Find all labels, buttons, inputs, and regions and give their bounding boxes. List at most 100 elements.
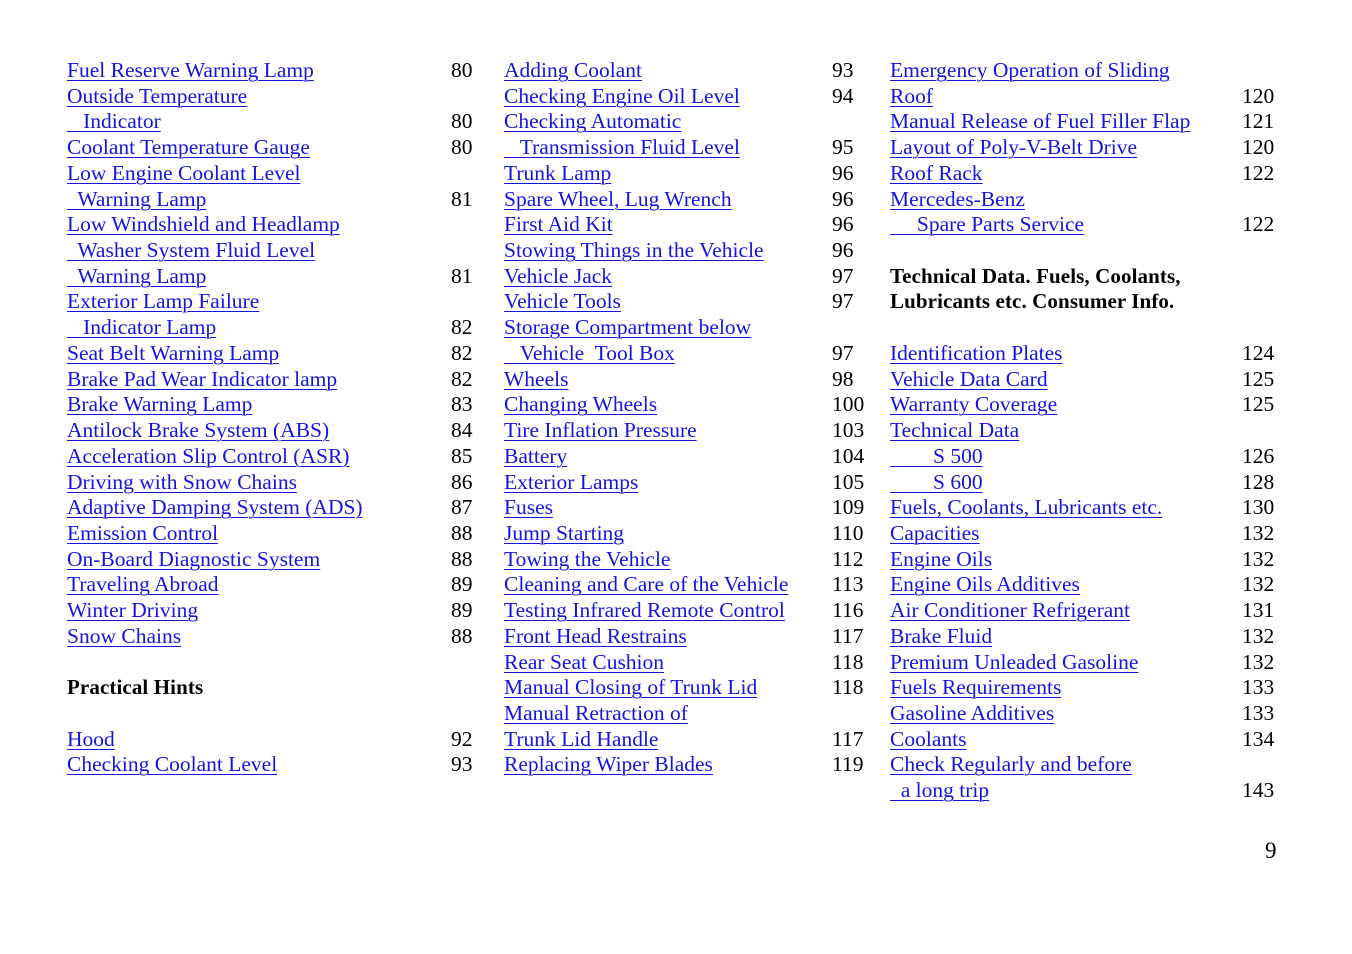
toc-entry-link[interactable]: Spare Wheel, Lug Wrench xyxy=(504,187,732,213)
toc-entry-link[interactable]: Manual Retraction of xyxy=(504,701,688,727)
toc-row: Transmission Fluid Level 95 xyxy=(504,135,859,161)
toc-entry-link[interactable]: Tire Inflation Pressure xyxy=(504,418,697,444)
toc-entry-link[interactable]: Coolants xyxy=(890,727,966,753)
toc-entry-link[interactable]: Wheels xyxy=(504,367,568,393)
toc-entry-link[interactable]: Vehicle Tool Box xyxy=(504,341,675,367)
toc-entry-link[interactable]: Vehicle Tools xyxy=(504,289,621,315)
toc-entry-link[interactable]: Traveling Abroad xyxy=(67,572,219,598)
toc-entry-link[interactable]: Seat Belt Warning Lamp xyxy=(67,341,279,367)
toc-entry-link[interactable]: Checking Coolant Level xyxy=(67,752,277,778)
toc-entry-link[interactable]: Storage Compartment below xyxy=(504,315,751,341)
toc-entry-link[interactable]: Coolant Temperature Gauge xyxy=(67,135,310,161)
toc-entry-link[interactable]: Vehicle Data Card xyxy=(890,367,1048,393)
toc-entry-link[interactable]: Checking Engine Oil Level xyxy=(504,84,740,110)
toc-entry-link[interactable]: On-Board Diagnostic System xyxy=(67,547,320,573)
toc-entry-link[interactable]: Mercedes-Benz xyxy=(890,187,1025,213)
toc-entry-link[interactable]: Low Engine Coolant Level xyxy=(67,161,300,187)
toc-entry-page-number: 120 xyxy=(1242,83,1275,108)
toc-entry-link[interactable]: Indicator xyxy=(67,109,161,135)
toc-entry-link[interactable]: Testing Infrared Remote Control xyxy=(504,598,785,624)
toc-entry-link[interactable]: Adding Coolant xyxy=(504,58,642,84)
toc-entry-link[interactable]: Driving with Snow Chains xyxy=(67,470,297,496)
toc-entry-link[interactable]: Battery xyxy=(504,444,567,470)
toc-entry-page-number: 104 xyxy=(832,443,865,468)
toc-entry-link[interactable]: Capacities xyxy=(890,521,980,547)
toc-entry-link[interactable]: Gasoline Additives xyxy=(890,701,1054,727)
toc-entry-link[interactable]: Engine Oils Additives xyxy=(890,572,1080,598)
toc-entry-link[interactable]: Brake Fluid xyxy=(890,624,992,650)
toc-entry-link[interactable]: Towing the Vehicle xyxy=(504,547,670,573)
toc-entry-link[interactable]: Fuels, Coolants, Lubricants etc. xyxy=(890,495,1162,521)
toc-row: Seat Belt Warning Lamp 82 xyxy=(67,341,477,367)
toc-entry-page-number: 133 xyxy=(1242,675,1275,700)
toc-entry-link[interactable]: Outside Temperature xyxy=(67,84,247,110)
toc-entry-link[interactable]: Manual Release of Fuel Filler Flap xyxy=(890,109,1190,135)
toc-entry-link[interactable]: Exterior Lamp Failure xyxy=(67,289,259,315)
toc-entry-link[interactable]: Transmission Fluid Level xyxy=(504,135,740,161)
toc-row: Indicator Lamp 82 xyxy=(67,315,477,341)
toc-row: Rear Seat Cushion 118 xyxy=(504,650,863,676)
toc-entry-page-number: 134 xyxy=(1242,726,1275,751)
toc-entry-page-number: 124 xyxy=(1242,340,1275,365)
toc-entry-page-number: 121 xyxy=(1242,109,1275,134)
toc-column-3: Emergency Operation of Sliding Roof 120 Man… xyxy=(890,58,1274,804)
toc-entry-link[interactable]: Spare Parts Service xyxy=(890,212,1084,238)
toc-entry-link[interactable]: S 500 xyxy=(890,444,983,470)
toc-entry-link[interactable]: Engine Oils xyxy=(890,547,992,573)
toc-entry-link[interactable]: Premium Unleaded Gasoline xyxy=(890,650,1138,676)
toc-entry-link[interactable]: First Aid Kit xyxy=(504,212,613,238)
toc-entry-link[interactable]: Brake Warning Lamp xyxy=(67,392,252,418)
toc-entry-link[interactable]: Warranty Coverage xyxy=(890,392,1057,418)
toc-entry-link[interactable]: Warning Lamp xyxy=(67,187,206,213)
toc-entry-link[interactable]: Technical Data xyxy=(890,418,1019,444)
toc-entry-link[interactable]: Acceleration Slip Control (ASR) xyxy=(67,444,349,470)
toc-entry-link[interactable]: Checking Automatic xyxy=(504,109,681,135)
toc-entry-link[interactable]: Indicator Lamp xyxy=(67,315,216,341)
toc-entry-link[interactable]: Cleaning and Care of the Vehicle xyxy=(504,572,788,598)
toc-entry-link[interactable]: Roof xyxy=(890,84,933,110)
toc-row: S 600 128 xyxy=(890,470,1274,496)
toc-entry-link[interactable]: Fuel Reserve Warning Lamp xyxy=(67,58,314,84)
toc-entry-link[interactable]: Front Head Restrains xyxy=(504,624,687,650)
toc-entry-link[interactable]: a long trip xyxy=(890,778,989,804)
toc-entry-link[interactable]: Replacing Wiper Blades xyxy=(504,752,713,778)
toc-entry-page-number: 132 xyxy=(1242,623,1275,648)
toc-entry-link[interactable]: Low Windshield and Headlamp xyxy=(67,212,340,238)
toc-entry-link[interactable]: Jump Starting xyxy=(504,521,624,547)
toc-row: Manual Retraction of xyxy=(504,701,859,727)
toc-entry-link[interactable]: Trunk Lamp xyxy=(504,161,611,187)
toc-column-2: Adding Coolant 93 Checking Engine Oil Leve… xyxy=(504,58,864,778)
toc-entry-link[interactable]: Rear Seat Cushion xyxy=(504,650,664,676)
toc-entry-link[interactable]: Identification Plates xyxy=(890,341,1063,367)
toc-entry-link[interactable]: Washer System Fluid Level xyxy=(67,238,315,264)
toc-entry-link[interactable]: Layout of Poly-V-Belt Drive xyxy=(890,135,1137,161)
toc-entry-link[interactable]: Warning Lamp xyxy=(67,264,206,290)
toc-entry-link[interactable]: Emergency Operation of Sliding xyxy=(890,58,1170,84)
toc-entry-link[interactable]: Fuels Requirements xyxy=(890,675,1061,701)
toc-entry-link[interactable]: S 600 xyxy=(890,470,983,496)
toc-entry-link[interactable]: Check Regularly and before xyxy=(890,752,1132,778)
toc-row: Checking Coolant Level 93 xyxy=(67,752,477,778)
toc-entry-link[interactable]: Hood xyxy=(67,727,115,753)
toc-row: Warranty Coverage 125 xyxy=(890,392,1274,418)
toc-page: Fuel Reserve Warning Lamp 80 Outside Tempe… xyxy=(0,0,1352,954)
toc-entry-page-number: 132 xyxy=(1242,572,1275,597)
toc-entry-link[interactable]: Manual Closing of Trunk Lid xyxy=(504,675,757,701)
toc-entry-link[interactable]: Snow Chains xyxy=(67,624,181,650)
toc-entry-link[interactable]: Roof Rack xyxy=(890,161,983,187)
toc-entry-link[interactable]: Trunk Lid Handle xyxy=(504,727,658,753)
toc-entry-link[interactable]: Winter Driving xyxy=(67,598,198,624)
toc-entry-link[interactable]: Emission Control xyxy=(67,521,218,547)
toc-entry-link[interactable]: Antilock Brake System (ABS) xyxy=(67,418,329,444)
toc-entry-page-number: 110 xyxy=(832,520,864,545)
toc-entry-link[interactable]: Air Conditioner Refrigerant xyxy=(890,598,1130,624)
toc-entry-link[interactable]: Brake Pad Wear Indicator lamp xyxy=(67,367,337,393)
toc-entry-link[interactable]: Vehicle Jack xyxy=(504,264,612,290)
toc-entry-link[interactable]: Changing Wheels xyxy=(504,392,657,418)
toc-entry-link[interactable]: Adaptive Damping System (ADS) xyxy=(67,495,363,521)
toc-entry-link[interactable]: Stowing Things in the Vehicle xyxy=(504,238,764,264)
toc-entry-link[interactable]: Fuses xyxy=(504,495,553,521)
toc-entry-link[interactable]: Exterior Lamps xyxy=(504,470,638,496)
